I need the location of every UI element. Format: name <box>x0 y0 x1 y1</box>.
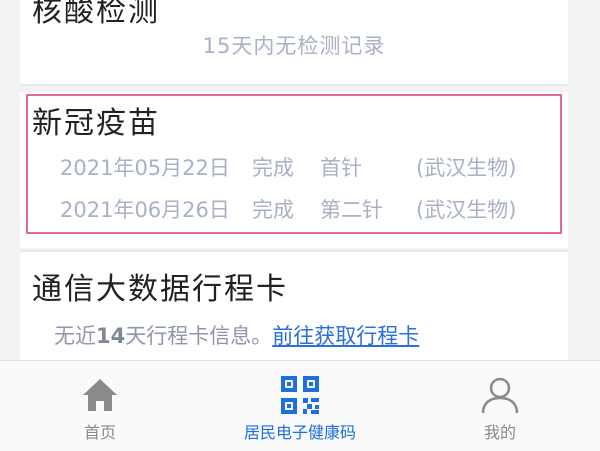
tab-health-code[interactable]: 居民电子健康码 <box>200 361 400 451</box>
bottom-tab-bar: 首页 居民电子健康码 我的 <box>0 360 600 451</box>
home-icon <box>83 379 117 411</box>
tab-label: 居民电子健康码 <box>243 423 356 442</box>
vaccine-record-date: 2021年06月26日 <box>60 198 230 222</box>
vaccine-record-status: 完成 <box>252 198 294 222</box>
get-travel-card-link[interactable]: 前往获取行程卡 <box>272 324 419 348</box>
travel-card-title: 通信大数据行程卡 <box>32 272 288 307</box>
section-divider <box>20 84 568 86</box>
vaccine-record-dose: 首针 <box>320 156 362 180</box>
tab-label: 首页 <box>83 423 116 442</box>
vaccine-card: 新冠疫苗 2021年05月22日 完成 首针 (武汉生物) 2021年06月26… <box>20 92 568 248</box>
vaccine-title: 新冠疫苗 <box>32 106 160 141</box>
travel-note-days: 14 <box>96 324 126 348</box>
tab-mine[interactable]: 我的 <box>400 361 600 451</box>
nucleic-test-title: 核酸检测 <box>32 0 160 29</box>
qr-code-icon <box>281 376 319 414</box>
vaccine-record-maker: (武汉生物) <box>416 156 517 180</box>
travel-card-note: 无近14天行程卡信息。前往获取行程卡 <box>54 320 419 350</box>
vaccine-record-dose: 第二针 <box>320 198 383 222</box>
tab-label: 我的 <box>483 423 516 442</box>
nucleic-test-note: 15天内无检测记录 <box>202 34 386 58</box>
vaccine-record-date: 2021年05月22日 <box>60 156 230 180</box>
tab-home[interactable]: 首页 <box>0 361 200 451</box>
travel-card: 通信大数据行程卡 无近14天行程卡信息。前往获取行程卡 <box>20 252 568 360</box>
travel-note-prefix: 无近 <box>54 324 96 348</box>
vaccine-record-status: 完成 <box>252 156 294 180</box>
vaccine-record-maker: (武汉生物) <box>416 198 517 222</box>
nucleic-test-card: 核酸检测 15天内无检测记录 <box>20 0 568 84</box>
travel-note-suffix: 天行程卡信息。 <box>125 324 273 348</box>
user-icon <box>481 377 519 414</box>
